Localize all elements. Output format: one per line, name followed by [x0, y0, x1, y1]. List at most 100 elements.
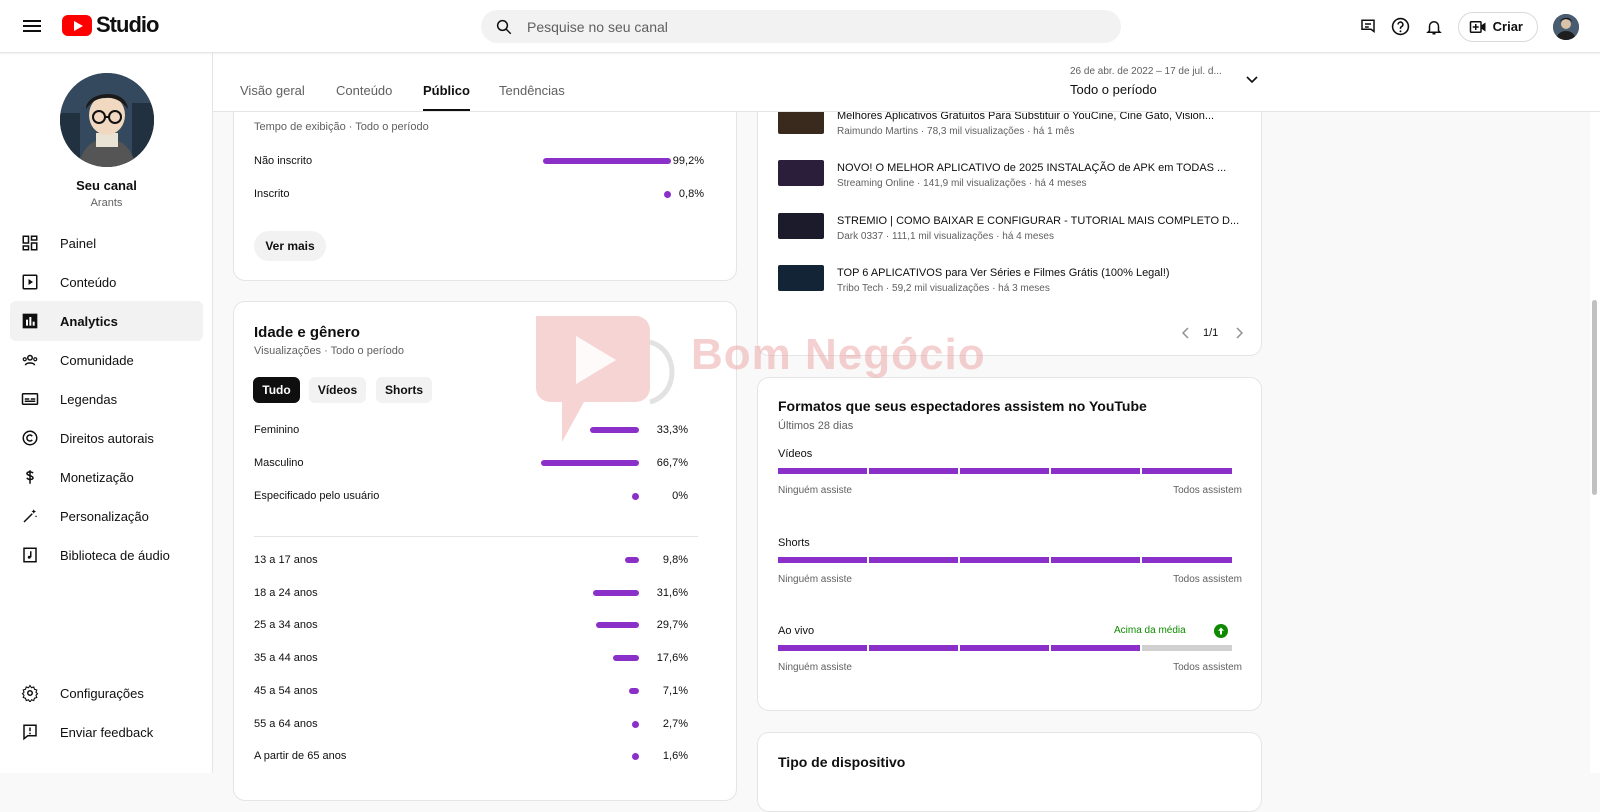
- video-title[interactable]: NOVO! O MELHOR APLICATIVO de 2025 INSTAL…: [837, 162, 1226, 174]
- video-row[interactable]: STREMIO | COMO BAIXAR E CONFIGURAR - TUT…: [758, 212, 1263, 249]
- row-pct: 0,8%: [678, 188, 704, 200]
- video-thumbnail[interactable]: [778, 160, 824, 187]
- sidebar: Seu canal Arants Painel Conteúdo Analyti…: [0, 53, 213, 773]
- scale-high-label: Todos assistem: [1173, 662, 1242, 673]
- age-pct: 31,6%: [656, 586, 688, 599]
- notifications-icon[interactable]: [1423, 16, 1445, 38]
- age-pct: 29,7%: [656, 619, 688, 632]
- card-subtitle: Tempo de exibição · Todo o período: [254, 121, 429, 133]
- format-label: Ao vivo: [778, 625, 815, 637]
- chip-tudo[interactable]: Tudo: [253, 377, 300, 403]
- scale-high-label: Todos assistem: [1173, 485, 1242, 496]
- page-scrollbar[interactable]: [1590, 112, 1600, 773]
- format-segment: [1142, 468, 1232, 474]
- format-scale: [778, 468, 1242, 474]
- age-pct: 1,6%: [662, 750, 688, 763]
- format-label: Shorts: [778, 536, 810, 549]
- age-label: 18 a 24 anos: [254, 586, 318, 599]
- feedback-icon: [20, 722, 40, 742]
- youtube-logo-icon: [62, 14, 92, 36]
- create-button[interactable]: Criar: [1457, 11, 1538, 42]
- chip-shorts[interactable]: Shorts: [376, 377, 432, 403]
- tab-publico[interactable]: Público: [423, 83, 470, 111]
- studio-logo[interactable]: Studio: [62, 12, 159, 38]
- format-segment: [1142, 645, 1232, 651]
- video-title[interactable]: TOP 6 APLICATIVOS para Ver Séries e Film…: [837, 267, 1170, 279]
- sidebar-item-analytics[interactable]: Analytics: [10, 301, 203, 341]
- scale-low-label: Ninguém assiste: [778, 573, 852, 585]
- tab-tendencias[interactable]: Tendências: [499, 83, 565, 98]
- age-label: 35 a 44 anos: [254, 652, 318, 665]
- search-input[interactable]: [527, 18, 1087, 35]
- scale-low-label: Ninguém assiste: [778, 662, 852, 673]
- sidebar-item-configuracoes[interactable]: Configurações: [10, 673, 203, 713]
- above-average-badge: Acima da média: [1114, 625, 1186, 636]
- video-thumbnail[interactable]: [778, 212, 824, 239]
- analytics-icon: [20, 311, 40, 331]
- sidebar-item-label: Direitos autorais: [60, 430, 154, 446]
- video-row[interactable]: Melhores Aplicativos Gratuitos Para Subs…: [758, 108, 1263, 144]
- sidebar-item-label: Legendas: [60, 391, 118, 407]
- sidebar-item-label: Personalização: [60, 508, 149, 524]
- sidebar-item-monetizacao[interactable]: Monetização: [10, 457, 203, 497]
- age-label: 25 a 34 anos: [254, 619, 318, 632]
- age-label: 55 a 64 anos: [254, 717, 318, 730]
- chevron-down-icon[interactable]: [1245, 75, 1259, 85]
- format-segment: [869, 645, 958, 651]
- channel-avatar[interactable]: [60, 73, 154, 167]
- gender-pct: 33,3%: [656, 424, 688, 436]
- tab-visao-geral[interactable]: Visão geral: [240, 83, 305, 98]
- sidebar-item-conteudo[interactable]: Conteúdo: [10, 262, 203, 302]
- comments-icon[interactable]: [1357, 16, 1379, 38]
- help-icon[interactable]: [1390, 16, 1412, 38]
- age-label: A partir de 65 anos: [254, 750, 347, 763]
- community-icon: [20, 350, 40, 370]
- sidebar-item-legendas[interactable]: Legendas: [10, 379, 203, 419]
- gear-icon: [20, 683, 40, 703]
- gender-label: Especificado pelo usuário: [254, 490, 380, 502]
- channel-handle: Arants: [90, 197, 123, 209]
- format-segment: [869, 556, 958, 563]
- divider: [254, 536, 698, 537]
- video-meta: Dark 0337 · 111,1 mil visualizações · há…: [837, 230, 1054, 242]
- analytics-tabs-bar: Visão geral Conteúdo Público Tendências …: [213, 53, 1600, 112]
- gender-pct: 0%: [672, 490, 688, 502]
- age-label: 45 a 54 anos: [254, 684, 318, 697]
- menu-icon[interactable]: [21, 17, 43, 35]
- scale-high-label: Todos assistem: [1173, 573, 1242, 585]
- sidebar-item-biblioteca-de-audio[interactable]: Biblioteca de áudio: [10, 535, 203, 575]
- content-icon: [20, 272, 40, 292]
- age-pct: 7,1%: [662, 684, 688, 697]
- period-selector[interactable]: 26 de abr. de 2022 – 17 de jul. d... Tod…: [1070, 66, 1222, 97]
- sidebar-item-personalizacao[interactable]: Personalização: [10, 496, 203, 536]
- search-icon: [496, 19, 512, 34]
- account-avatar[interactable]: [1553, 13, 1579, 40]
- format-segment: [960, 645, 1049, 651]
- video-row[interactable]: NOVO! O MELHOR APLICATIVO de 2025 INSTAL…: [758, 160, 1263, 196]
- format-segment: [778, 468, 867, 474]
- sidebar-item-direitos-autorais[interactable]: Direitos autorais: [10, 418, 203, 458]
- logo-text: Studio: [96, 12, 159, 37]
- gender-bar: [541, 460, 639, 466]
- sidebar-item-label: Painel: [60, 235, 97, 251]
- card-title: Tipo de dispositivo: [778, 754, 906, 770]
- tab-conteudo[interactable]: Conteúdo: [336, 83, 392, 98]
- scrollbar-thumb[interactable]: [1592, 300, 1597, 495]
- device-type-card: Tipo de dispositivo: [757, 732, 1262, 812]
- video-title[interactable]: STREMIO | COMO BAIXAR E CONFIGURAR - TUT…: [837, 215, 1239, 227]
- format-scale: [778, 556, 1242, 563]
- magic-wand-icon: [20, 506, 40, 526]
- see-more-button[interactable]: Ver mais: [254, 231, 326, 261]
- format-scale: [778, 645, 1242, 651]
- video-meta: Tribo Tech · 59,2 mil visualizações · há…: [837, 282, 1050, 294]
- age-gender-card: Idade e gênero Visualizações · Todo o pe…: [233, 301, 737, 801]
- chip-videos[interactable]: Vídeos: [309, 377, 366, 403]
- video-thumbnail[interactable]: [778, 264, 824, 291]
- chevron-left-icon[interactable]: [1182, 327, 1190, 339]
- video-row[interactable]: TOP 6 APLICATIVOS para Ver Séries e Film…: [758, 264, 1263, 301]
- search-bar[interactable]: [481, 10, 1121, 43]
- sidebar-item-enviar-feedback[interactable]: Enviar feedback: [10, 712, 203, 752]
- chevron-right-icon[interactable]: [1235, 327, 1243, 339]
- sidebar-item-painel[interactable]: Painel: [10, 223, 203, 263]
- sidebar-item-comunidade[interactable]: Comunidade: [10, 340, 203, 380]
